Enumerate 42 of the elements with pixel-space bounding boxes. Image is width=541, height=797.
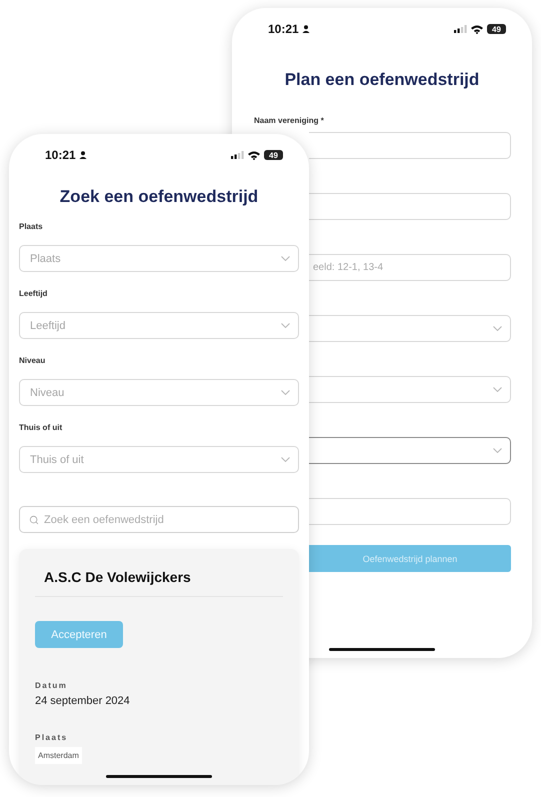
wifi-icon	[471, 24, 483, 34]
detail-label: Datum	[35, 681, 68, 690]
accept-button[interactable]: Accepteren	[35, 621, 123, 648]
wifi-icon	[248, 150, 260, 160]
status-time: 10:21	[45, 148, 76, 162]
input-field[interactable]: eeld: 12-1, 13-4	[309, 254, 511, 281]
search-field[interactable]: Zoek een oefenwedstrijd	[19, 506, 299, 533]
chevron-icon	[493, 387, 502, 392]
person-icon	[78, 151, 87, 159]
chevron-icon	[281, 390, 290, 395]
chevron-icon	[281, 457, 290, 462]
filter-label: Leeftijd	[19, 289, 48, 298]
plan-button[interactable]: Oefenwedstrijd plannen	[309, 545, 511, 572]
page-title: Plan een oefenwedstrijd	[284, 69, 480, 91]
select-field[interactable]: Thuis of uit	[19, 446, 299, 473]
search-icon	[29, 515, 39, 525]
filter-label: Niveau	[19, 356, 46, 365]
input-field[interactable]	[309, 193, 511, 220]
club-name: A.S.C De Volewijckers	[43, 568, 192, 587]
status-time: 10:21	[268, 22, 299, 36]
battery-indicator: 49	[264, 150, 283, 160]
person-icon	[302, 25, 310, 33]
input-field[interactable]	[309, 132, 511, 159]
select-field[interactable]: Niveau	[19, 379, 299, 406]
filter-label: Thuis of uit	[19, 423, 62, 432]
detail-label: Plaats	[35, 733, 68, 742]
select-field[interactable]: Leeftijd	[19, 312, 299, 339]
select-field[interactable]	[309, 437, 511, 464]
chevron-icon	[281, 323, 290, 328]
location-tag: Amsterdam	[35, 747, 82, 764]
battery-indicator: 49	[487, 24, 506, 34]
chevron-icon	[493, 326, 502, 331]
field-label: Naam vereniging *	[254, 116, 324, 125]
input-field[interactable]	[309, 498, 511, 525]
filter-label: Plaats	[19, 222, 43, 231]
select-field[interactable]: Plaats	[19, 245, 299, 272]
chevron-icon	[281, 256, 290, 261]
signal-icon	[231, 151, 244, 159]
chevron-icon	[493, 448, 502, 453]
page-title: Zoek een oefenwedstrijd	[58, 186, 260, 208]
detail-value: 24 september 2024	[35, 695, 130, 707]
signal-icon	[454, 25, 467, 33]
